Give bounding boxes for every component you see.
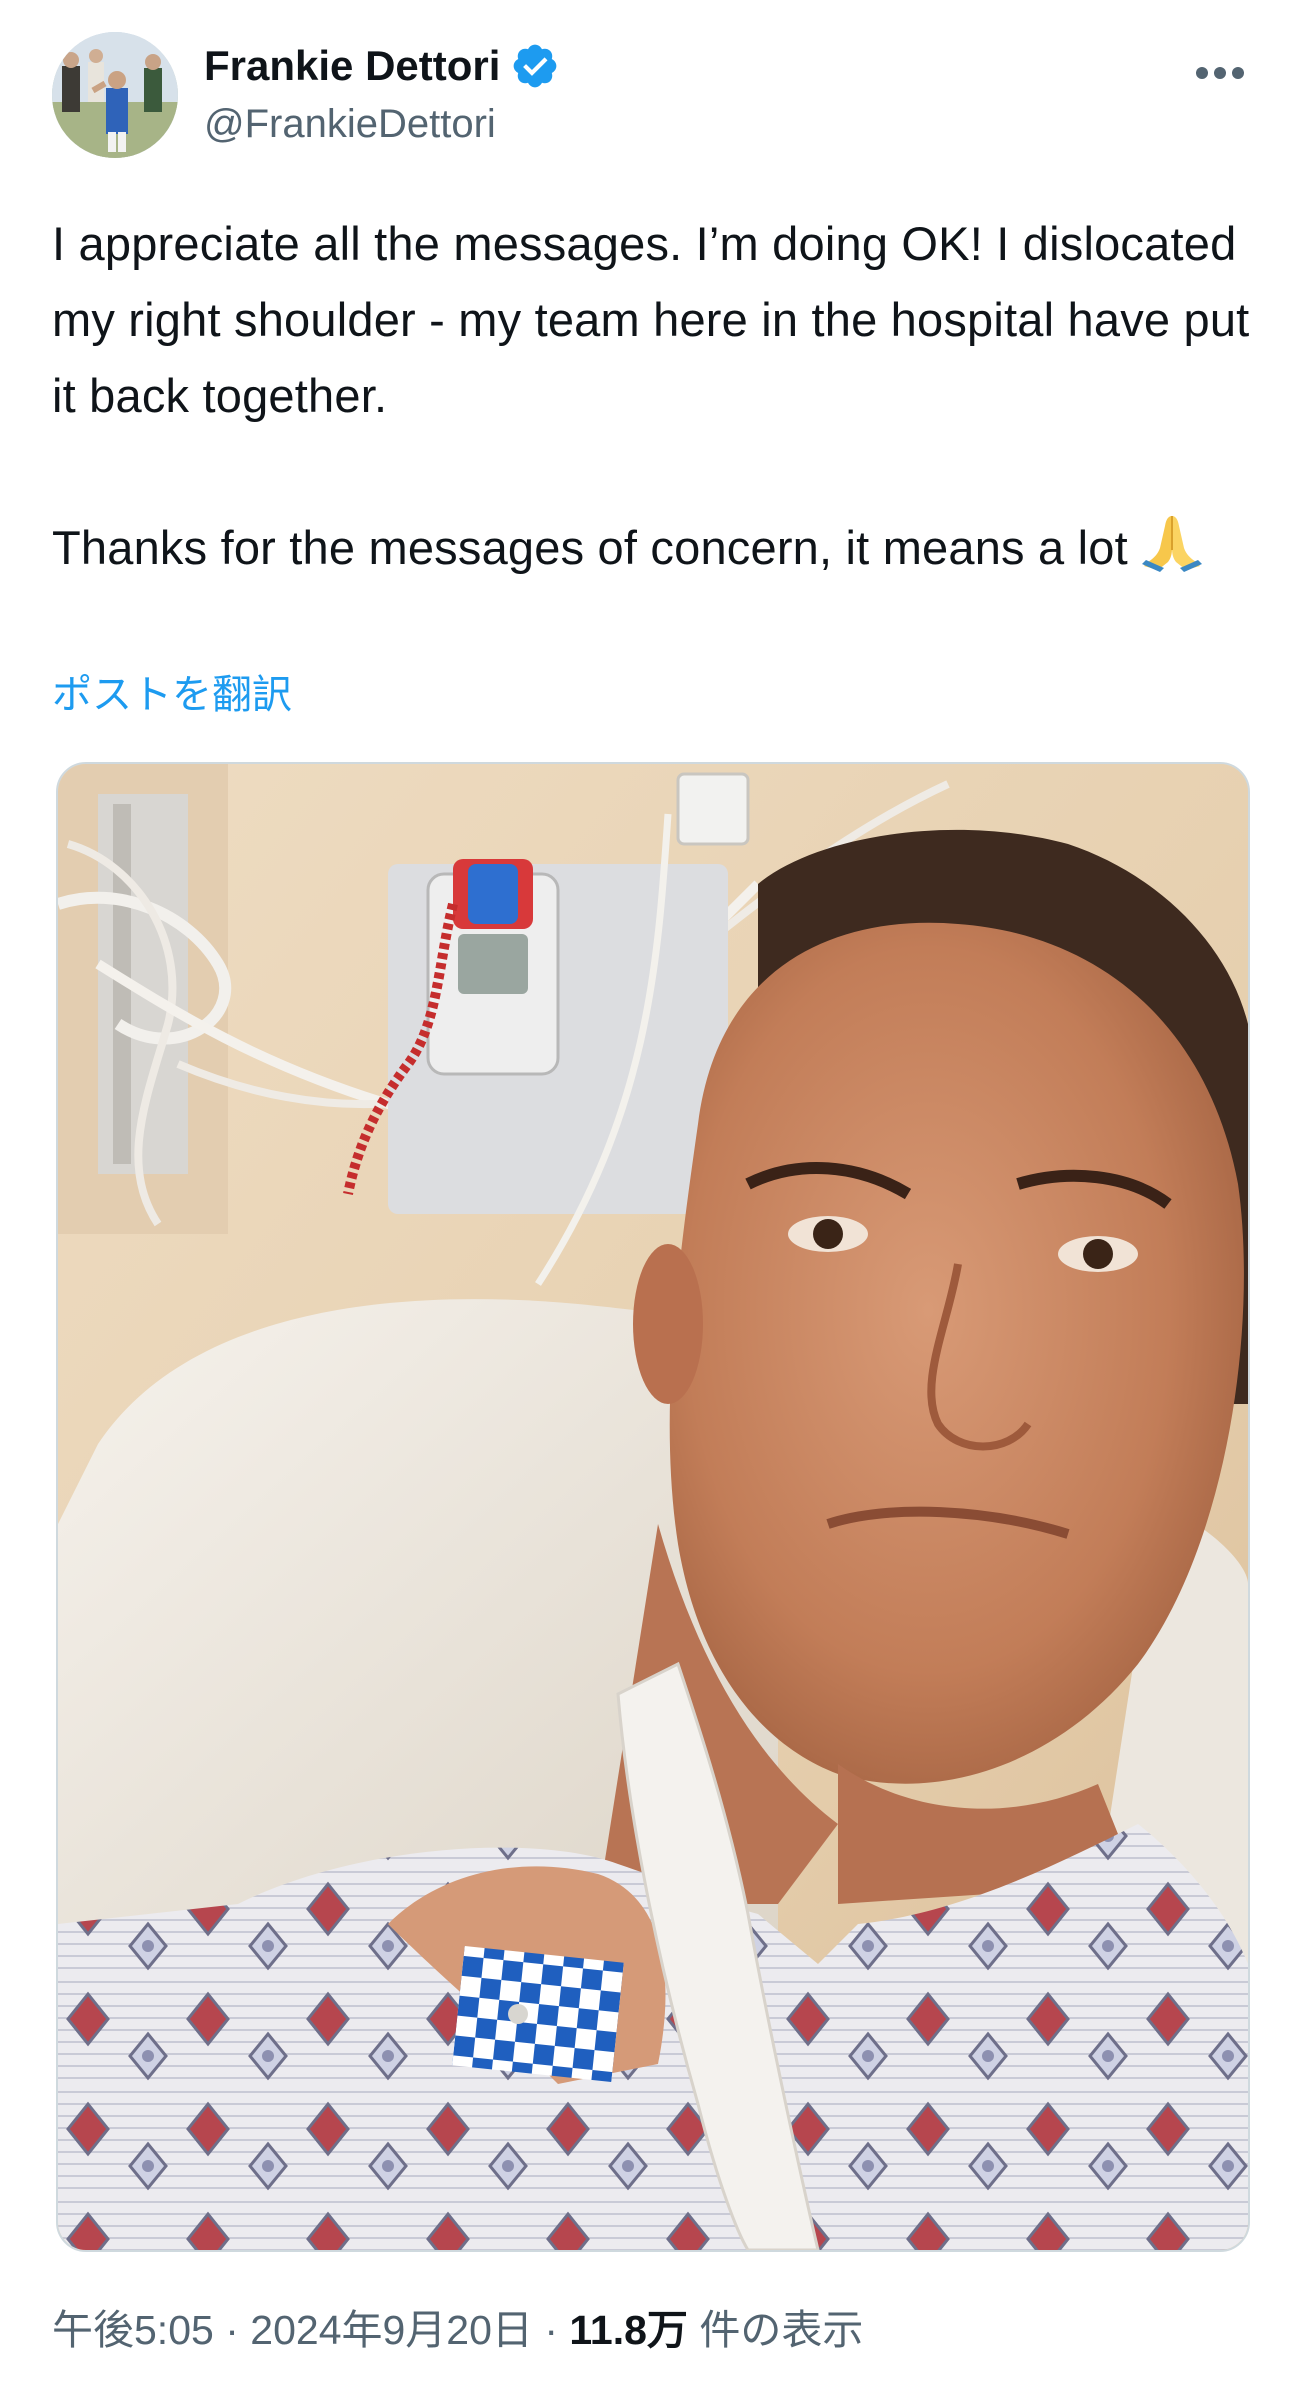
views-label: 件の表示 — [699, 2307, 864, 2353]
folded-hands-icon — [1138, 510, 1206, 574]
tweet-meta: 午後5:05 · 2024年9月20日 · 11.8万 件の表示 — [52, 2300, 863, 2360]
views-count[interactable]: 11.8万 — [569, 2307, 688, 2353]
display-name-row: Frankie Dettori — [204, 36, 560, 96]
post-date[interactable]: 2024年9月20日 — [250, 2307, 533, 2353]
author-names: Frankie Dettori @FrankieDettori — [204, 36, 560, 152]
tweet-paragraph-2: Thanks for the messages of concern, it m… — [52, 510, 1252, 586]
avatar[interactable] — [52, 32, 178, 158]
tweet-text: I appreciate all the messages. I’m doing… — [52, 206, 1252, 586]
tweet-paragraph-1: I appreciate all the messages. I’m doing… — [52, 217, 1250, 422]
meta-separator: · — [225, 2307, 239, 2353]
verified-badge-icon[interactable] — [510, 41, 560, 91]
display-name[interactable]: Frankie Dettori — [204, 36, 500, 96]
avatar-image — [52, 32, 178, 158]
more-horizontal-icon[interactable] — [1192, 56, 1248, 90]
handle[interactable]: @FrankieDettori — [204, 96, 560, 152]
translate-post-link[interactable]: ポストを翻訳 — [52, 665, 292, 725]
post-time[interactable]: 午後5:05 — [52, 2307, 214, 2353]
tweet-paragraph-2-text: Thanks for the messages of concern, it m… — [52, 521, 1128, 574]
meta-separator-2: · — [544, 2307, 558, 2353]
man-in-hospital-bed-photo — [58, 764, 1248, 2250]
tweet-header: Frankie Dettori @FrankieDettori — [52, 32, 1248, 162]
tweet-photo[interactable] — [56, 762, 1250, 2252]
